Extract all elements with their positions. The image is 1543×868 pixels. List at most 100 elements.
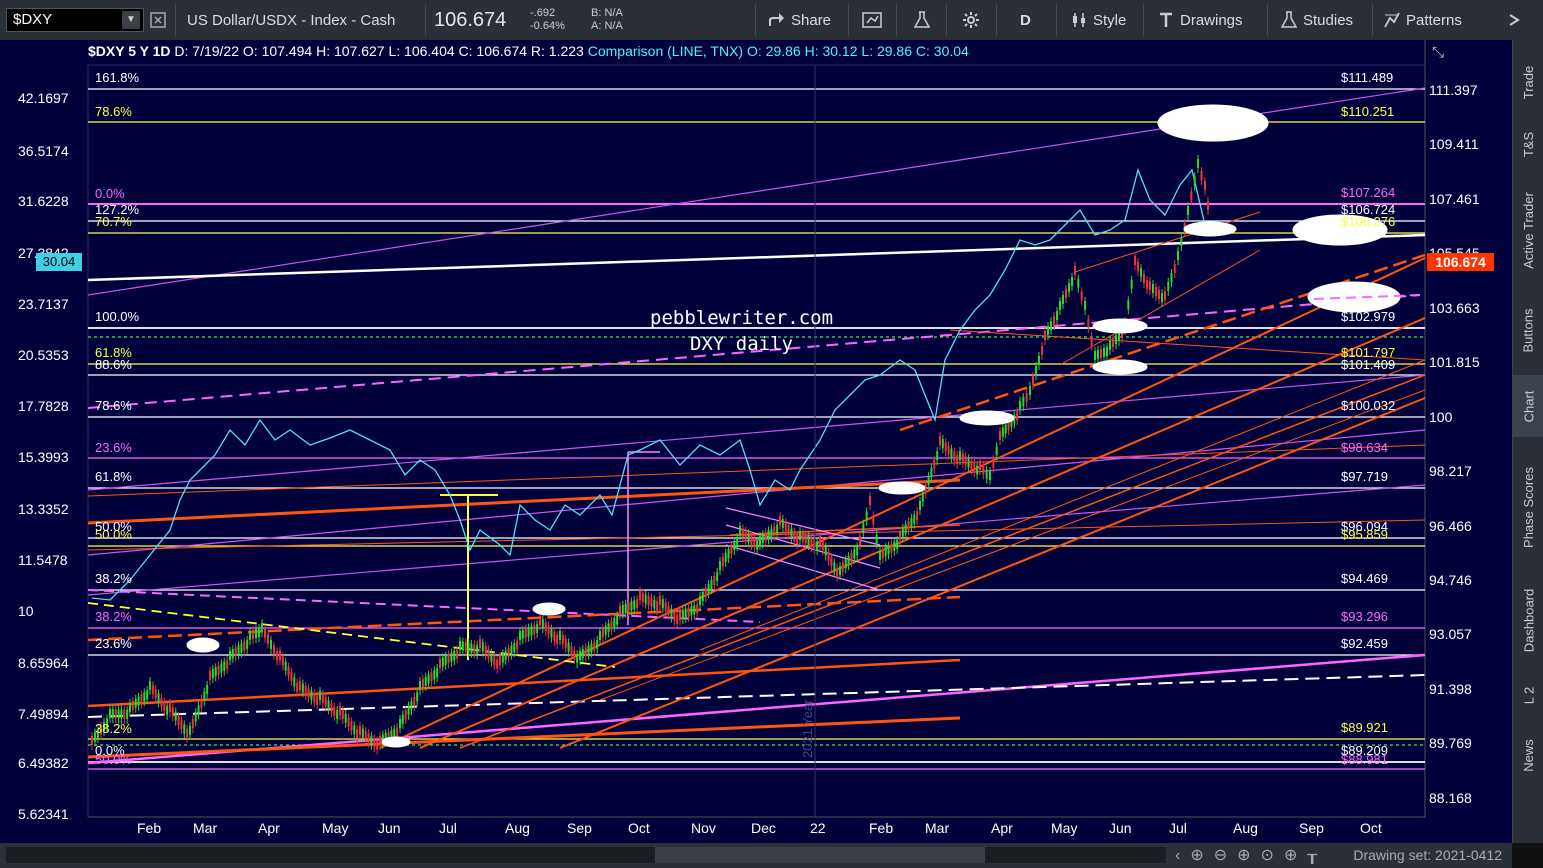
patterns-label: Patterns (1406, 11, 1462, 29)
symbol-input[interactable]: $DXY ▼ (6, 8, 144, 32)
fib-price-label: $98.634 (1341, 440, 1388, 455)
month-label: Feb (137, 820, 162, 836)
top-toolbar: $DXY ▼ US Dollar/USDX - Index - Cash 106… (0, 0, 1543, 41)
pin-icon[interactable]: ┰ (1307, 847, 1327, 864)
share-button[interactable]: Share (767, 0, 831, 40)
flask-icon (1281, 11, 1297, 28)
fib-price-label: $97.719 (1341, 469, 1388, 484)
tab-dashboard[interactable]: Dashboard (1513, 575, 1543, 665)
month-label: Apr (258, 820, 280, 836)
crosshair-icon[interactable]: ⊕ (1190, 847, 1213, 864)
more-icon[interactable] (1508, 0, 1520, 40)
month-label: Aug (1233, 820, 1258, 836)
drawing-set-label[interactable]: Drawing set: 2021-0412 (1353, 847, 1502, 863)
left-axis-tick: 42.1697 (18, 90, 69, 106)
chart-settings-icon[interactable] (862, 0, 882, 40)
month-label: Dec (751, 820, 776, 836)
fib-level-label: 38.2% (95, 609, 132, 624)
gear-icon[interactable] (962, 0, 980, 40)
fib-price-label: $94.469 (1341, 571, 1388, 586)
text-tool-icon (1160, 12, 1172, 27)
last-price: 106.674 (434, 8, 507, 31)
month-label: Feb (869, 820, 894, 836)
chevron-down-icon[interactable]: ▼ (122, 11, 140, 29)
fib-level-label: 70.7% (95, 214, 132, 229)
month-label: Jul (439, 820, 457, 836)
month-label: Nov (691, 820, 716, 836)
flask-icon[interactable] (914, 0, 930, 40)
patterns-button[interactable]: Patterns (1384, 0, 1462, 40)
fib-price-label: $100.032 (1341, 398, 1396, 413)
ask: A: N/A (591, 20, 623, 32)
tab-trade[interactable]: Trade (1513, 55, 1543, 110)
tab-news[interactable]: News (1513, 730, 1543, 780)
cmp-low: L: 29.86 (861, 43, 913, 59)
link-icon[interactable] (150, 0, 166, 40)
tab-chart[interactable]: Chart (1513, 375, 1543, 437)
right-axis-tick: 100 (1429, 409, 1453, 425)
fib-price-label: $101.409 (1341, 357, 1396, 372)
chart-area[interactable]: $DXY 5 Y 1D D: 7/19/22 O: 107.494 H: 107… (0, 40, 1512, 843)
drawings-label: Drawings (1180, 11, 1243, 29)
patterns-icon (1384, 12, 1400, 28)
fib-price-label: $111.489 (1341, 70, 1394, 85)
fib-level-label: 61.8% (95, 469, 132, 484)
month-label: Oct (1360, 820, 1382, 836)
left-axis-tick: 20.5353 (18, 347, 69, 363)
expand-icon[interactable]: ⊕ (1284, 847, 1307, 864)
fib-level-label: 38.2% (95, 721, 132, 736)
style-button[interactable]: Style (1071, 0, 1126, 40)
reset-icon[interactable]: ⊙ (1261, 847, 1284, 864)
share-label: Share (791, 11, 832, 29)
watermark-line2: DXY daily (690, 333, 793, 355)
fib-price-label: $88.981 (1341, 752, 1388, 767)
fib-level-label: 50.0% (95, 752, 132, 767)
right-axis-tick: 103.663 (1429, 300, 1480, 316)
zoom-out-icon[interactable]: ⊖ (1214, 847, 1237, 864)
tab-time-sales[interactable]: T&S (1513, 122, 1543, 167)
zoom-controls[interactable]: ‹⊕⊖⊕⊙⊕┰ (1175, 845, 1327, 865)
year-marker: 2021 Year (800, 699, 815, 758)
zoom-in-icon[interactable]: ⊕ (1237, 847, 1260, 864)
tab-phase-scores[interactable]: Phase Scores (1513, 450, 1543, 565)
month-label: 22 (810, 820, 826, 836)
cmp-close: C: 30.04 (915, 43, 969, 59)
right-axis-tick: 94.746 (1429, 572, 1472, 588)
fib-level-label: 0.0% (95, 186, 125, 201)
scrollbar-thumb[interactable] (655, 847, 985, 863)
time-scrollbar[interactable] (6, 847, 1166, 863)
change-block: -.692 -0.64% (530, 0, 565, 40)
fib-price-label: $89.921 (1341, 720, 1388, 735)
fib-price-label: $102.979 (1341, 309, 1396, 324)
fib-level-label: 23.6% (95, 636, 132, 651)
fib-level-label: 88.6% (95, 357, 132, 372)
studies-button[interactable]: Studies (1281, 0, 1353, 40)
left-axis-tick: 15.3993 (18, 449, 69, 465)
right-axis-tick: 111.397 (1429, 82, 1478, 98)
bar-range: R: 1.223 (530, 43, 584, 59)
fib-price-label: $106.276 (1341, 214, 1396, 229)
symbol-description: US Dollar/USDX - Index - Cash (187, 11, 396, 29)
month-label: Jul (1169, 820, 1187, 836)
month-label: Jun (378, 820, 401, 836)
chart-watermark: pebblewriter.com DXY daily (650, 305, 833, 357)
cmp-high: H: 30.12 (804, 43, 858, 59)
fib-price-label: $92.459 (1341, 636, 1388, 651)
fib-level-label: 38.2% (95, 571, 132, 586)
fib-level-label: 50.0% (95, 527, 132, 542)
tnx-price-tag: 30.04 (36, 253, 82, 271)
tab-buttons[interactable]: Buttons (1513, 295, 1543, 365)
drawings-button[interactable]: Drawings (1158, 0, 1243, 40)
prev-icon[interactable]: ‹ (1175, 847, 1190, 864)
left-axis-tick: 36.5174 (18, 143, 69, 159)
tab-level2[interactable]: L 2 (1513, 675, 1543, 715)
tab-active-trader[interactable]: Active Trader (1513, 180, 1543, 280)
cmp-open: O: 29.86 (746, 43, 801, 59)
studies-label: Studies (1303, 11, 1354, 29)
collapse-icon[interactable]: ⤡ (1432, 44, 1444, 61)
aggregation-button[interactable]: D (1020, 0, 1031, 40)
month-label: Aug (505, 820, 530, 836)
left-axis-tick: 8.65964 (18, 655, 69, 671)
candlestick-icon (1073, 13, 1085, 27)
fib-level-label: 100.0% (95, 309, 140, 324)
